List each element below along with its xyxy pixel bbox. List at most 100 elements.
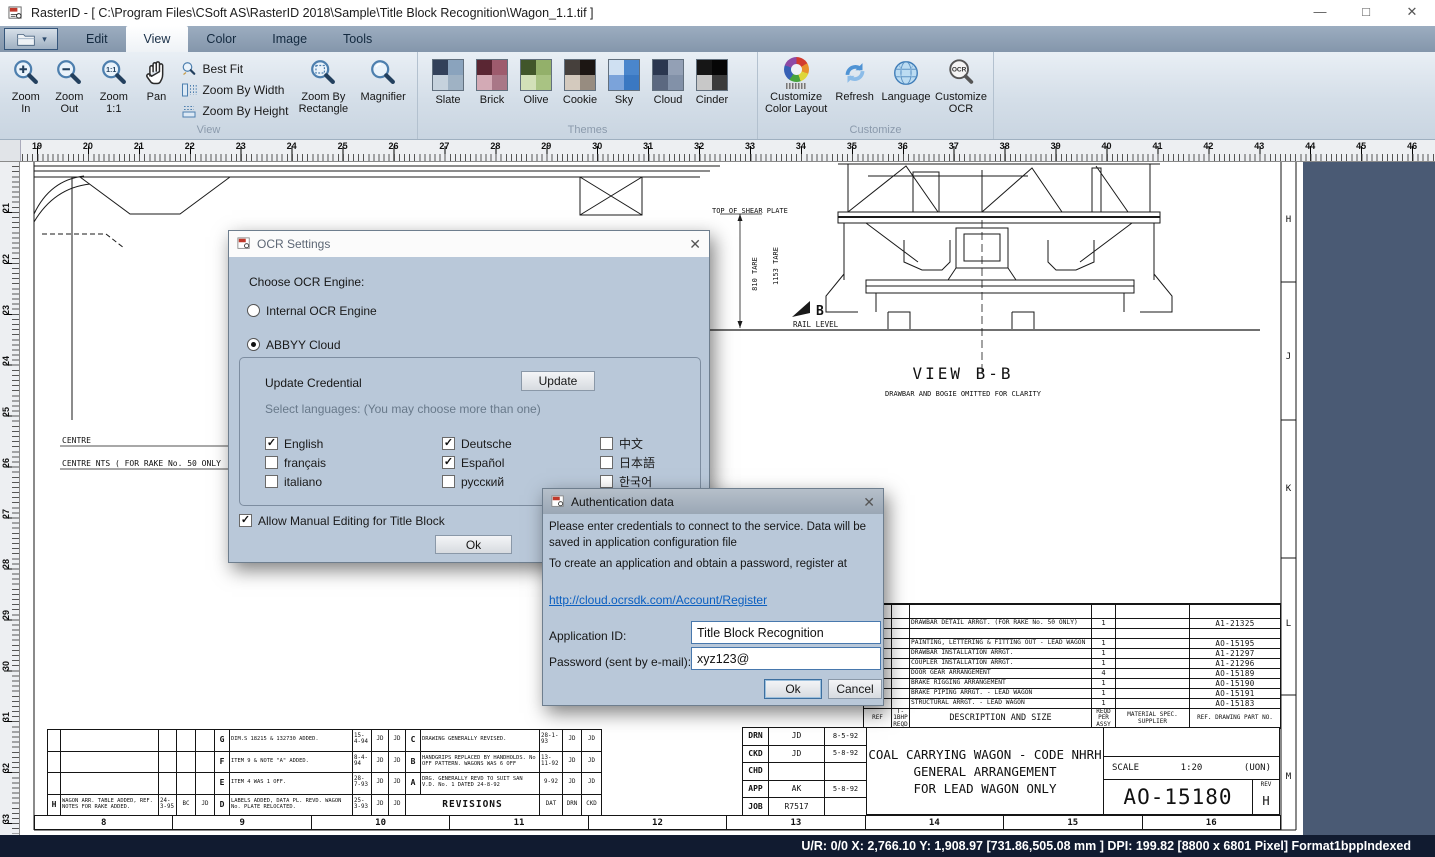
customize-ocr-button[interactable]: OCR Customize OCR xyxy=(933,54,989,117)
sheet-number: 14 xyxy=(866,816,1004,829)
theme-cinder[interactable]: Cinder xyxy=(690,54,734,106)
ruler-number: 28 xyxy=(1,555,11,573)
table-cell: 4 xyxy=(1092,669,1116,679)
table-cell xyxy=(1190,605,1281,619)
table-cell xyxy=(177,773,196,795)
tab-color[interactable]: Color xyxy=(188,26,254,52)
magnifier-button[interactable]: Magnifier xyxy=(353,54,413,104)
table-cell xyxy=(196,773,215,795)
theme-sky[interactable]: Sky xyxy=(602,54,646,106)
checkbox-label: Deutsche xyxy=(461,437,512,451)
language-checkbox-francais[interactable]: français xyxy=(265,453,326,472)
tab-image[interactable]: Image xyxy=(254,26,325,52)
language-checkbox-english[interactable]: English xyxy=(265,434,326,453)
application-id-field[interactable] xyxy=(691,621,881,644)
password-field[interactable] xyxy=(691,647,881,670)
close-icon[interactable]: ✕ xyxy=(863,495,875,509)
language-checkbox-chinese[interactable]: 中文 xyxy=(600,434,655,453)
table-cell: B xyxy=(406,752,421,774)
ocr-dialog-titlebar[interactable]: OCR Settings ✕ xyxy=(229,231,709,257)
ruler-number: 28 xyxy=(490,141,500,151)
checkbox-icon xyxy=(442,456,455,469)
app-menu-button[interactable]: ▾ xyxy=(4,28,58,50)
rasterid-window: RasterID - [ C:\Program Files\CSoft AS\R… xyxy=(0,0,1435,857)
zoom-by-rectangle-button[interactable]: Zoom By Rectangle xyxy=(294,54,354,117)
table-cell: 25-3-93 xyxy=(353,795,372,817)
ruler-number: 21 xyxy=(1,199,11,217)
table-cell xyxy=(892,605,910,619)
best-fit-icon xyxy=(181,61,197,77)
table-cell: JD xyxy=(372,752,389,774)
ruler-number: 46 xyxy=(1407,141,1417,151)
table-cell: DIM.S 18215 & 132730 ADDED. xyxy=(230,730,353,752)
ruler-number: 45 xyxy=(1356,141,1366,151)
allow-manual-editing-checkbox[interactable]: Allow Manual Editing for Title Block xyxy=(239,511,445,530)
table-cell: DAT xyxy=(540,795,563,817)
radio-abbyy-cloud[interactable]: ABBYY Cloud xyxy=(247,335,341,354)
register-link[interactable]: http://cloud.ocrsdk.com/Account/Register xyxy=(549,593,767,607)
tab-edit[interactable]: Edit xyxy=(68,26,126,52)
checkbox-label: italiano xyxy=(284,475,322,489)
table-cell: DRAWBAR INSTALLATION ARRGT. xyxy=(910,649,1092,659)
minimize-button[interactable]: — xyxy=(1297,0,1343,26)
theme-brick[interactable]: Brick xyxy=(470,54,514,106)
zoom-in-button[interactable]: Zoom In xyxy=(4,54,48,117)
group-label-customize: Customize xyxy=(758,124,993,139)
table-cell: CHD xyxy=(743,763,769,781)
drawing-title-line: GENERAL ARRANGEMENT xyxy=(914,764,1057,779)
close-icon[interactable]: ✕ xyxy=(689,237,701,251)
ruler-corner xyxy=(0,140,21,162)
table-cell: AO-15195 xyxy=(1190,639,1281,649)
tab-view[interactable]: View xyxy=(126,26,189,52)
maximize-button[interactable]: □ xyxy=(1343,0,1389,26)
zoom-out-button[interactable]: Zoom Out xyxy=(48,54,92,117)
theme-olive[interactable]: Olive xyxy=(514,54,558,106)
ribbon-group-customize: Customize Color Layout Refresh xyxy=(758,52,994,139)
ruler-number: 34 xyxy=(796,141,806,151)
vertical-ruler: 2021222324252627282930313233 xyxy=(0,162,20,835)
language-checkbox-japanese[interactable]: 日本語 xyxy=(600,453,655,472)
close-button[interactable]: ✕ xyxy=(1389,0,1435,26)
sheet-number: 10 xyxy=(312,816,450,829)
table-cell: BC xyxy=(177,795,196,817)
customize-color-layout-button[interactable]: Customize Color Layout xyxy=(762,54,830,117)
table-cell: DRG. GENERALLY REVD TO SUIT SAN V.D. No.… xyxy=(421,773,540,795)
language-button[interactable]: Language xyxy=(879,54,933,104)
ruler-number: 22 xyxy=(185,141,195,151)
sheet-number: 9 xyxy=(173,816,311,829)
language-checkbox-espanol[interactable]: Español xyxy=(442,453,512,472)
chevron-down-icon: ▾ xyxy=(42,34,47,45)
refresh-button[interactable]: Refresh xyxy=(830,54,879,104)
table-cell: G xyxy=(215,730,230,752)
theme-cloud[interactable]: Cloud xyxy=(646,54,690,106)
table-cell: 1 xyxy=(1092,649,1116,659)
annotation-tare-2: 1153 TARE xyxy=(772,247,780,285)
zoom-by-width-button[interactable]: Zoom By Width xyxy=(181,80,288,99)
auth-dialog-titlebar[interactable]: Authentication data ✕ xyxy=(543,489,883,514)
engine-label: Choose OCR Engine: xyxy=(249,275,364,289)
zoom-1-1-button[interactable]: 1:1 Zoom 1:1 xyxy=(91,54,136,117)
best-fit-button[interactable]: Best Fit xyxy=(181,59,288,78)
update-button[interactable]: Update xyxy=(521,371,595,391)
label: Customize Color Layout xyxy=(764,91,828,116)
table-cell: 15-4-94 xyxy=(353,730,372,752)
title-bar: RasterID - [ C:\Program Files\CSoft AS\R… xyxy=(0,0,1435,26)
pan-button[interactable]: Pan xyxy=(136,54,176,104)
table-cell: DRN xyxy=(743,728,769,746)
language-checkbox-deutsche[interactable]: Deutsche xyxy=(442,434,512,453)
ok-button[interactable]: Ok xyxy=(435,535,512,554)
theme-cookie[interactable]: Cookie xyxy=(558,54,602,106)
table-cell: 9-92 xyxy=(540,773,563,795)
radio-icon xyxy=(247,304,260,317)
language-checkbox-italiano[interactable]: italiano xyxy=(265,472,326,491)
tab-tools[interactable]: Tools xyxy=(325,26,390,52)
theme-slate[interactable]: Slate xyxy=(426,54,470,106)
cancel-button[interactable]: Cancel xyxy=(828,679,882,699)
table-cell xyxy=(159,773,177,795)
table-cell xyxy=(159,752,177,774)
language-checkbox-russian[interactable]: русский xyxy=(442,472,512,491)
zoom-by-height-button[interactable]: Zoom By Height xyxy=(181,101,288,120)
radio-internal-ocr[interactable]: Internal OCR Engine xyxy=(247,301,377,320)
ruler-number: 29 xyxy=(541,141,551,151)
ok-button[interactable]: Ok xyxy=(764,679,822,699)
